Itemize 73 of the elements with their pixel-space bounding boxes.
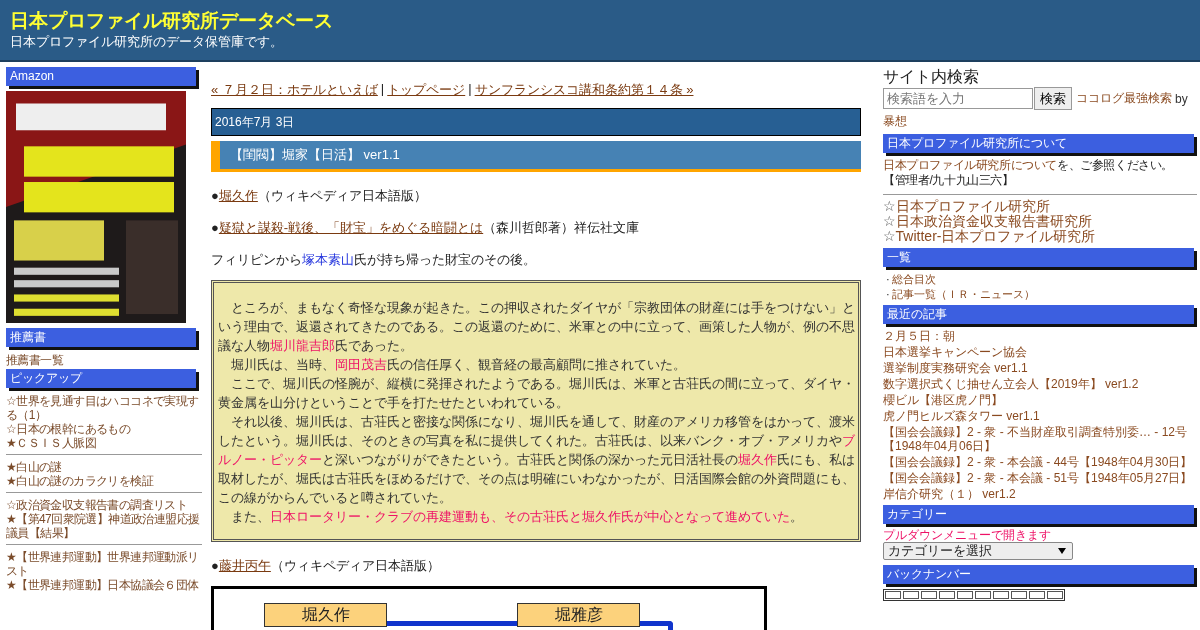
article-link[interactable]: 【国会会議録】2 - 衆 - 本会議 - 51号【1948年05月27日】: [883, 471, 1197, 485]
article-link[interactable]: 虎ノ門ヒルズ森タワー ver1.1: [883, 409, 1197, 423]
quote-paragraph: 堀川氏は、当時、岡田茂吉氏の信任厚く、観音経の最高顧問に推されていた。: [230, 357, 687, 374]
body-text: ●藤井丙午（ウィキペディア日本語版）: [211, 557, 441, 574]
sidebar-heading: 一覧: [883, 248, 1194, 267]
quote-paragraph: ここで、堀川氏の怪腕が、縦横に発揮されたようである。堀川氏は、米軍と古荘氏の間に立って、ダイヤ・黄金属を山分けということで手を打たせたといわれている。: [218, 376, 856, 412]
star-icon: ☆: [883, 213, 896, 229]
sidebar-link[interactable]: ☆世界を見通す目はハココネで実現する（1）: [6, 394, 202, 422]
text-link[interactable]: 日本プロファイル研究所について: [883, 158, 1057, 172]
body-text: ●堀久作（ウィキペディア日本語版）: [211, 187, 428, 204]
diagram-node: 堀久作: [264, 603, 387, 627]
article-link[interactable]: 【国会会議録】2 - 衆 - 本会議 - 44号【1948年04月30日】: [883, 455, 1197, 469]
nav-link[interactable]: « ７月２日：ホテルといえば: [211, 81, 378, 99]
article-link[interactable]: 数字選択式くじ抽せん立会人【2019年】 ver1.2: [883, 377, 1197, 391]
sidebar-link[interactable]: 推薦書一覧: [6, 353, 202, 367]
quote-paragraph: ところが、まもなく奇怪な現象が起きた。この押収されたダイヤが「宗教団体の財産には手をつけない」という理由で、返還されてきたのである。この返還のために、米軍との中に立って、画策した人物が、例の不思議な人物堀川龍吉郎氏であった。: [218, 300, 856, 355]
index-link[interactable]: 記事一覧（ＩＲ・ニュース）: [891, 288, 1035, 300]
body-text: ●疑獄と謀殺-戦後、「財宝」をめぐる暗闘とは（森川哲郎著）祥伝社文庫: [211, 219, 641, 236]
post-title[interactable]: 【閨閥】堀家【日活】 ver1.1: [211, 141, 861, 172]
star-icon: ☆: [883, 198, 896, 214]
article-link[interactable]: ２月５日：朝: [883, 329, 1197, 343]
separator-text: |: [468, 81, 472, 98]
bullet-icon: ·: [886, 288, 890, 300]
hint-text: プルダウンメニューで開きます: [883, 529, 1052, 542]
text-link[interactable]: 堀久作: [218, 188, 258, 203]
sidebar-link[interactable]: ☆政治資金収支報告書の調査リスト: [6, 498, 202, 512]
separator-text: |: [380, 81, 385, 98]
sidebar-heading: カテゴリー: [883, 505, 1194, 524]
sidebar-heading: 日本プロファイル研究所について: [883, 134, 1194, 153]
index-link[interactable]: 総合目次: [891, 273, 936, 285]
sidebar-link[interactable]: ★白山の謎: [6, 460, 202, 474]
sidebar-link[interactable]: ★【世界連邦運動】世界連邦運動派リスト: [6, 550, 202, 578]
diagram-node: 堀雅彦: [517, 603, 640, 627]
credit-link[interactable]: ココログ最強検索: [1076, 90, 1172, 107]
body-text: フィリピンから塚本素山氏が持ち帰った財宝のその後。: [211, 251, 537, 268]
site-subtitle: 日本プロファイル研究所のデータ保管庫です。: [10, 33, 284, 51]
site-link[interactable]: 日本プロファイル研究所: [895, 198, 1050, 214]
sidebar-link[interactable]: ★ＣＳＩＳ人脈図: [6, 436, 202, 450]
nav-link[interactable]: サンフランシスコ講和条約第１４条 »: [474, 81, 694, 99]
sidebar-link[interactable]: ☆日本の根幹にあるもの: [6, 422, 202, 436]
search-heading: サイト内検索: [883, 67, 980, 87]
admin-text: 【管理者/九十九山三六】: [883, 173, 1015, 188]
sidebar-link[interactable]: ★【第47回衆院選】神道政治連盟応援議員【結果】: [6, 512, 202, 540]
site-link[interactable]: 日本政治資金収支報告書研究所: [895, 213, 1092, 229]
star-icon: ☆: [883, 228, 896, 244]
sidebar-heading: Amazon: [6, 67, 196, 86]
sidebar-heading: 最近の記事: [883, 305, 1194, 324]
category-select[interactable]: カテゴリーを選択: [883, 542, 1073, 560]
quote-paragraph: また、日本ロータリー・クラブの再建運動も、その古荘氏と堀久作氏が中心となって進めていた。: [230, 509, 804, 526]
bullet-icon: ·: [886, 273, 890, 285]
credit-text: by: [1175, 91, 1188, 106]
text-link[interactable]: 藤井丙午: [218, 558, 271, 573]
caret-icon: [1058, 548, 1066, 554]
quote-paragraph: それ以後、堀川氏は、古荘氏と密接な関係になり、堀川氏を通して、財産のアメリカ移管をはかって、渡米したという。堀川氏は、そのときの写真を私に提供してくれた。古荘氏は、以来バンク・オブ・アメリカやブルノー・ピッター と深いつながりができたという。古荘氏と関係の深かった元日活社長の堀久作氏にも、私は取材したが、堀氏は古荘氏をほめるだけで、その点は明確にいわなかったが、日活国際会館の外資問題にも、この線がからんでいると噂されていた。: [218, 414, 856, 507]
search-button[interactable]: 検索: [1034, 87, 1072, 110]
sidebar-heading: バックナンバー: [883, 565, 1194, 584]
sidebar-heading: ピックアップ: [6, 369, 196, 388]
article-link[interactable]: 櫻ビル【港区虎ノ門】: [883, 393, 1197, 407]
article-link[interactable]: 日本選挙キャンペーン協会: [883, 345, 1197, 359]
sidebar-heading: 推薦書: [6, 328, 196, 347]
article-link[interactable]: 岸信介研究（１） ver1.2: [883, 487, 1197, 501]
search-field[interactable]: 検索語を入力: [883, 88, 1033, 109]
article-link[interactable]: 選挙制度実務研究会 ver1.1: [883, 361, 1197, 375]
nav-link[interactable]: トップページ: [387, 81, 466, 99]
about-text: 日本プロファイル研究所についてを、ご参照ください。: [883, 158, 1175, 173]
author-link[interactable]: 暴想: [883, 113, 1197, 130]
article-link[interactable]: 【国会会議録】2 - 衆 - 不当財産取引調査特別委… - 12号【1948年04月06日】: [883, 425, 1197, 453]
date-header: 2016年7月 3日: [211, 108, 861, 136]
sidebar-link[interactable]: ★白山の謎のカラクリを検証: [6, 474, 202, 488]
sidebar-link[interactable]: ★【世界連邦運動】日本協議会６団体: [6, 578, 202, 592]
site-title[interactable]: 日本プロファイル研究所データベース: [10, 9, 333, 33]
site-link[interactable]: Twitter-日本プロファイル研究所: [895, 228, 1096, 244]
text-link[interactable]: 疑獄と謀殺-戦後、「財宝」をめぐる暗闘とは: [218, 220, 484, 235]
